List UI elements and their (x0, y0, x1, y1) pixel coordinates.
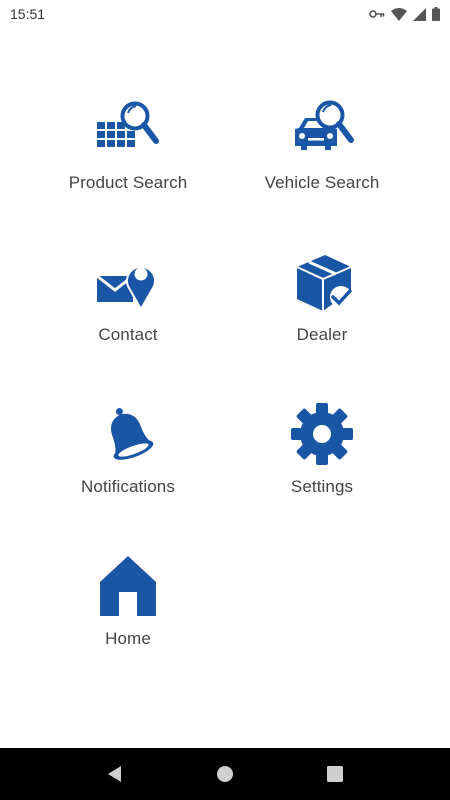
menu-item-dealer[interactable]: Dealer (225, 247, 419, 367)
menu-item-product-search[interactable]: Product Search (31, 95, 225, 215)
signal-icon (413, 7, 426, 21)
gear-icon (287, 399, 357, 469)
home-icon (93, 551, 163, 621)
dealer-box-icon (287, 247, 357, 317)
menu-item-settings[interactable]: Settings (225, 399, 419, 519)
menu-item-contact[interactable]: Contact (31, 247, 225, 367)
menu-item-label: Vehicle Search (264, 173, 380, 192)
navigation-bar (0, 748, 450, 800)
menu-item-home[interactable]: Home (31, 551, 225, 671)
menu-item-label: Product Search (68, 173, 188, 192)
menu-item-label: Settings (290, 477, 354, 496)
home-circle-icon[interactable] (205, 754, 245, 794)
menu-item-label: Notifications (81, 477, 175, 496)
menu-item-vehicle-search[interactable]: Vehicle Search (225, 95, 419, 215)
status-icons (369, 7, 440, 21)
menu-item-notifications[interactable]: Notifications (31, 399, 225, 519)
product-search-icon (93, 95, 163, 165)
vehicle-search-icon (287, 95, 357, 165)
back-icon[interactable] (95, 754, 135, 794)
menu-item-label: Home (105, 629, 151, 648)
status-bar: 15:51 (0, 0, 450, 28)
contact-icon (93, 247, 163, 317)
status-time: 15:51 (10, 6, 46, 22)
recents-square-icon[interactable] (315, 754, 355, 794)
menu-item-label: Contact (98, 325, 158, 344)
menu-item-label: Dealer (296, 325, 348, 344)
wifi-icon (391, 7, 407, 21)
battery-icon (432, 7, 440, 21)
bell-icon (93, 399, 163, 469)
vpn-key-icon (369, 9, 385, 19)
